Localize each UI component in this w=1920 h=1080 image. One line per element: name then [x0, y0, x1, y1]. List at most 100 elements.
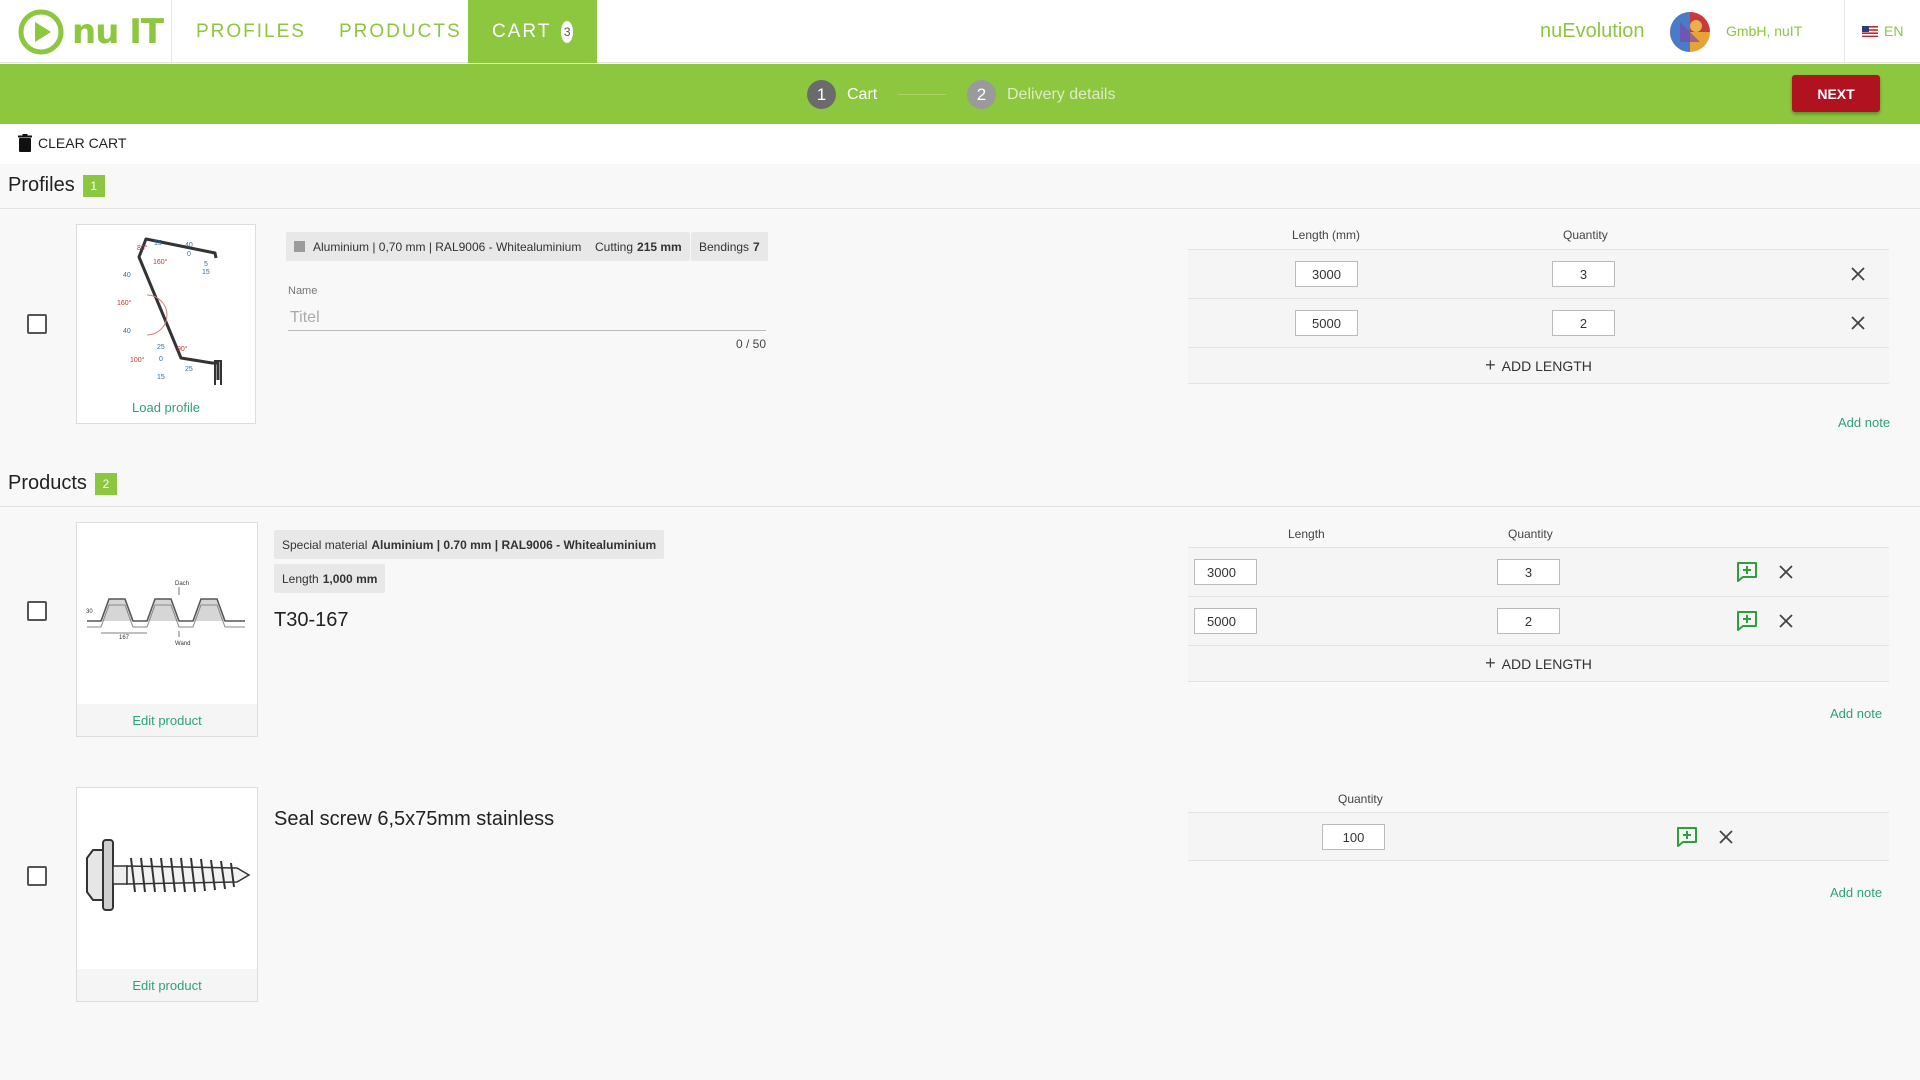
section-divider [0, 506, 1920, 507]
section-divider [0, 208, 1920, 209]
bendings-chip-label: Bendings [699, 239, 750, 254]
drawing-label: 160° [153, 258, 168, 266]
us-flag-icon [1862, 25, 1878, 37]
next-button[interactable]: NEXT [1792, 75, 1880, 112]
length-chip: Length 1,000 mm [274, 564, 386, 593]
length-input[interactable] [1194, 559, 1257, 585]
nav-tab-profiles[interactable]: PROFILES [196, 0, 306, 63]
remove-item-button[interactable] [1716, 827, 1736, 847]
length-chip-value: 1,000 mm [322, 571, 378, 586]
product-add-note-link[interactable]: Add note [1830, 706, 1882, 721]
column-header-length: Length [1288, 527, 1325, 541]
close-icon [1851, 316, 1865, 330]
quantity-input[interactable] [1322, 824, 1385, 850]
material-chip-value: Aluminium | 0.70 mm | RAL9006 - Whitealu… [371, 537, 657, 552]
nav-divider [1844, 0, 1845, 63]
close-icon [1779, 614, 1793, 628]
nav-tab-products[interactable]: PRODUCTS [339, 0, 462, 63]
add-length-button[interactable]: + ADD LENGTH [1188, 645, 1889, 682]
drawing-label: 25 [157, 344, 165, 351]
length-row [1188, 596, 1889, 645]
drawing-label: 40 [123, 328, 131, 335]
profile-thumbnail[interactable]: 80° 15 160° 40 0 5 15 40 160° 40 25 90° … [76, 224, 256, 424]
close-icon [1719, 830, 1733, 844]
drawing-label: 5 [204, 261, 208, 268]
step-delivery-details[interactable]: 2 Delivery details [967, 80, 1115, 109]
remove-length-button[interactable] [1848, 313, 1868, 333]
column-header-length: Length (mm) [1292, 228, 1361, 242]
nav-tab-cart-label: CART [492, 20, 552, 42]
profile-name-label: Name [288, 285, 318, 297]
drawing-label: 0 [187, 251, 191, 258]
step-delivery-label: Delivery details [1007, 85, 1116, 103]
load-profile-link[interactable]: Load profile [77, 391, 255, 423]
drawing-label: Dach [175, 581, 189, 587]
step-cart-number: 1 [807, 80, 836, 109]
edit-product-link[interactable]: Edit product [77, 704, 257, 736]
app-logo[interactable]: nu IT [18, 9, 164, 55]
product-select-checkbox[interactable] [27, 866, 47, 886]
quantity-input[interactable] [1552, 310, 1615, 336]
drawing-label: 80° [137, 244, 148, 252]
column-header-quantity: Quantity [1338, 792, 1383, 806]
quantity-input[interactable] [1552, 261, 1615, 287]
add-comment-icon[interactable] [1736, 561, 1758, 583]
step-cart[interactable]: 1 Cart [807, 80, 877, 109]
add-comment-icon[interactable] [1676, 826, 1698, 848]
add-length-label: ADD LENGTH [1501, 655, 1592, 672]
profile-select-checkbox[interactable] [27, 314, 47, 334]
product-select-checkbox[interactable] [27, 601, 47, 621]
add-comment-icon[interactable] [1736, 610, 1758, 632]
step-cart-label: Cart [847, 85, 878, 103]
product-thumbnail[interactable]: Edit product [76, 787, 258, 1002]
length-chip-label: Length [282, 571, 319, 586]
quantity-input[interactable] [1497, 608, 1560, 634]
checkout-stepper: 1 Cart 2 Delivery details NEXT [0, 64, 1920, 124]
profile-drawing: 80° 15 160° 40 0 5 15 40 160° 40 25 90° … [117, 237, 222, 385]
product-add-note-link[interactable]: Add note [1830, 885, 1882, 900]
profile-add-note-link[interactable]: Add note [1838, 415, 1890, 430]
drawing-label: 100° [130, 356, 145, 364]
organization-name[interactable]: nuEvolution [1540, 20, 1645, 43]
drawing-label: 15 [154, 240, 162, 247]
cart-count-badge: 3 [561, 20, 573, 43]
drawing-label: 167 [119, 635, 130, 641]
drawing-label: 40 [185, 242, 193, 249]
cart-toolbar: CLEAR CART [0, 124, 1920, 164]
nav-divider [171, 0, 172, 63]
profiles-section-title: Profiles [8, 174, 75, 196]
close-icon [1851, 267, 1865, 281]
product-quantity-table: Quantity [1188, 787, 1889, 867]
close-icon [1779, 565, 1793, 579]
profiles-count-badge: 1 [82, 174, 105, 197]
length-input[interactable] [1295, 261, 1358, 287]
material-chip-text: Aluminium | 0,70 mm | RAL9006 - Whitealu… [313, 239, 582, 254]
remove-length-button[interactable] [1776, 611, 1796, 631]
add-length-button[interactable]: + ADD LENGTH [1188, 347, 1889, 384]
cutting-chip-label: Cutting [595, 239, 634, 254]
profile-lengths-table: Length (mm) Quantity + ADD LENGTH [1188, 224, 1889, 384]
profile-name-counter: 0 / 50 [735, 337, 766, 351]
plus-icon: + [1485, 355, 1496, 375]
material-chip: Aluminium | 0,70 mm | RAL9006 - Whitealu… [286, 232, 590, 261]
drawing-label: 40 [123, 272, 131, 279]
remove-length-button[interactable] [1848, 264, 1868, 284]
language-label: EN [1884, 23, 1904, 39]
edit-product-link[interactable]: Edit product [77, 969, 257, 1001]
step-connector [898, 94, 946, 95]
user-avatar[interactable] [1670, 12, 1710, 52]
drawing-label: Wand [175, 641, 190, 647]
quantity-row [1188, 812, 1889, 861]
quantity-input[interactable] [1497, 559, 1560, 585]
length-input[interactable] [1194, 608, 1257, 634]
nav-tab-cart[interactable]: CART 3 [468, 0, 597, 63]
language-selector[interactable]: EN [1862, 23, 1903, 39]
column-header-quantity: Quantity [1508, 527, 1553, 541]
column-header-quantity: Quantity [1563, 228, 1608, 242]
length-input[interactable] [1295, 310, 1358, 336]
product-thumbnail[interactable]: Dach Wand 167 30 Edit product [76, 522, 258, 737]
clear-cart-button[interactable]: CLEAR CART [18, 134, 126, 152]
remove-length-button[interactable] [1776, 562, 1796, 582]
profile-name-input[interactable] [288, 305, 766, 331]
drawing-label: 0 [159, 356, 163, 363]
